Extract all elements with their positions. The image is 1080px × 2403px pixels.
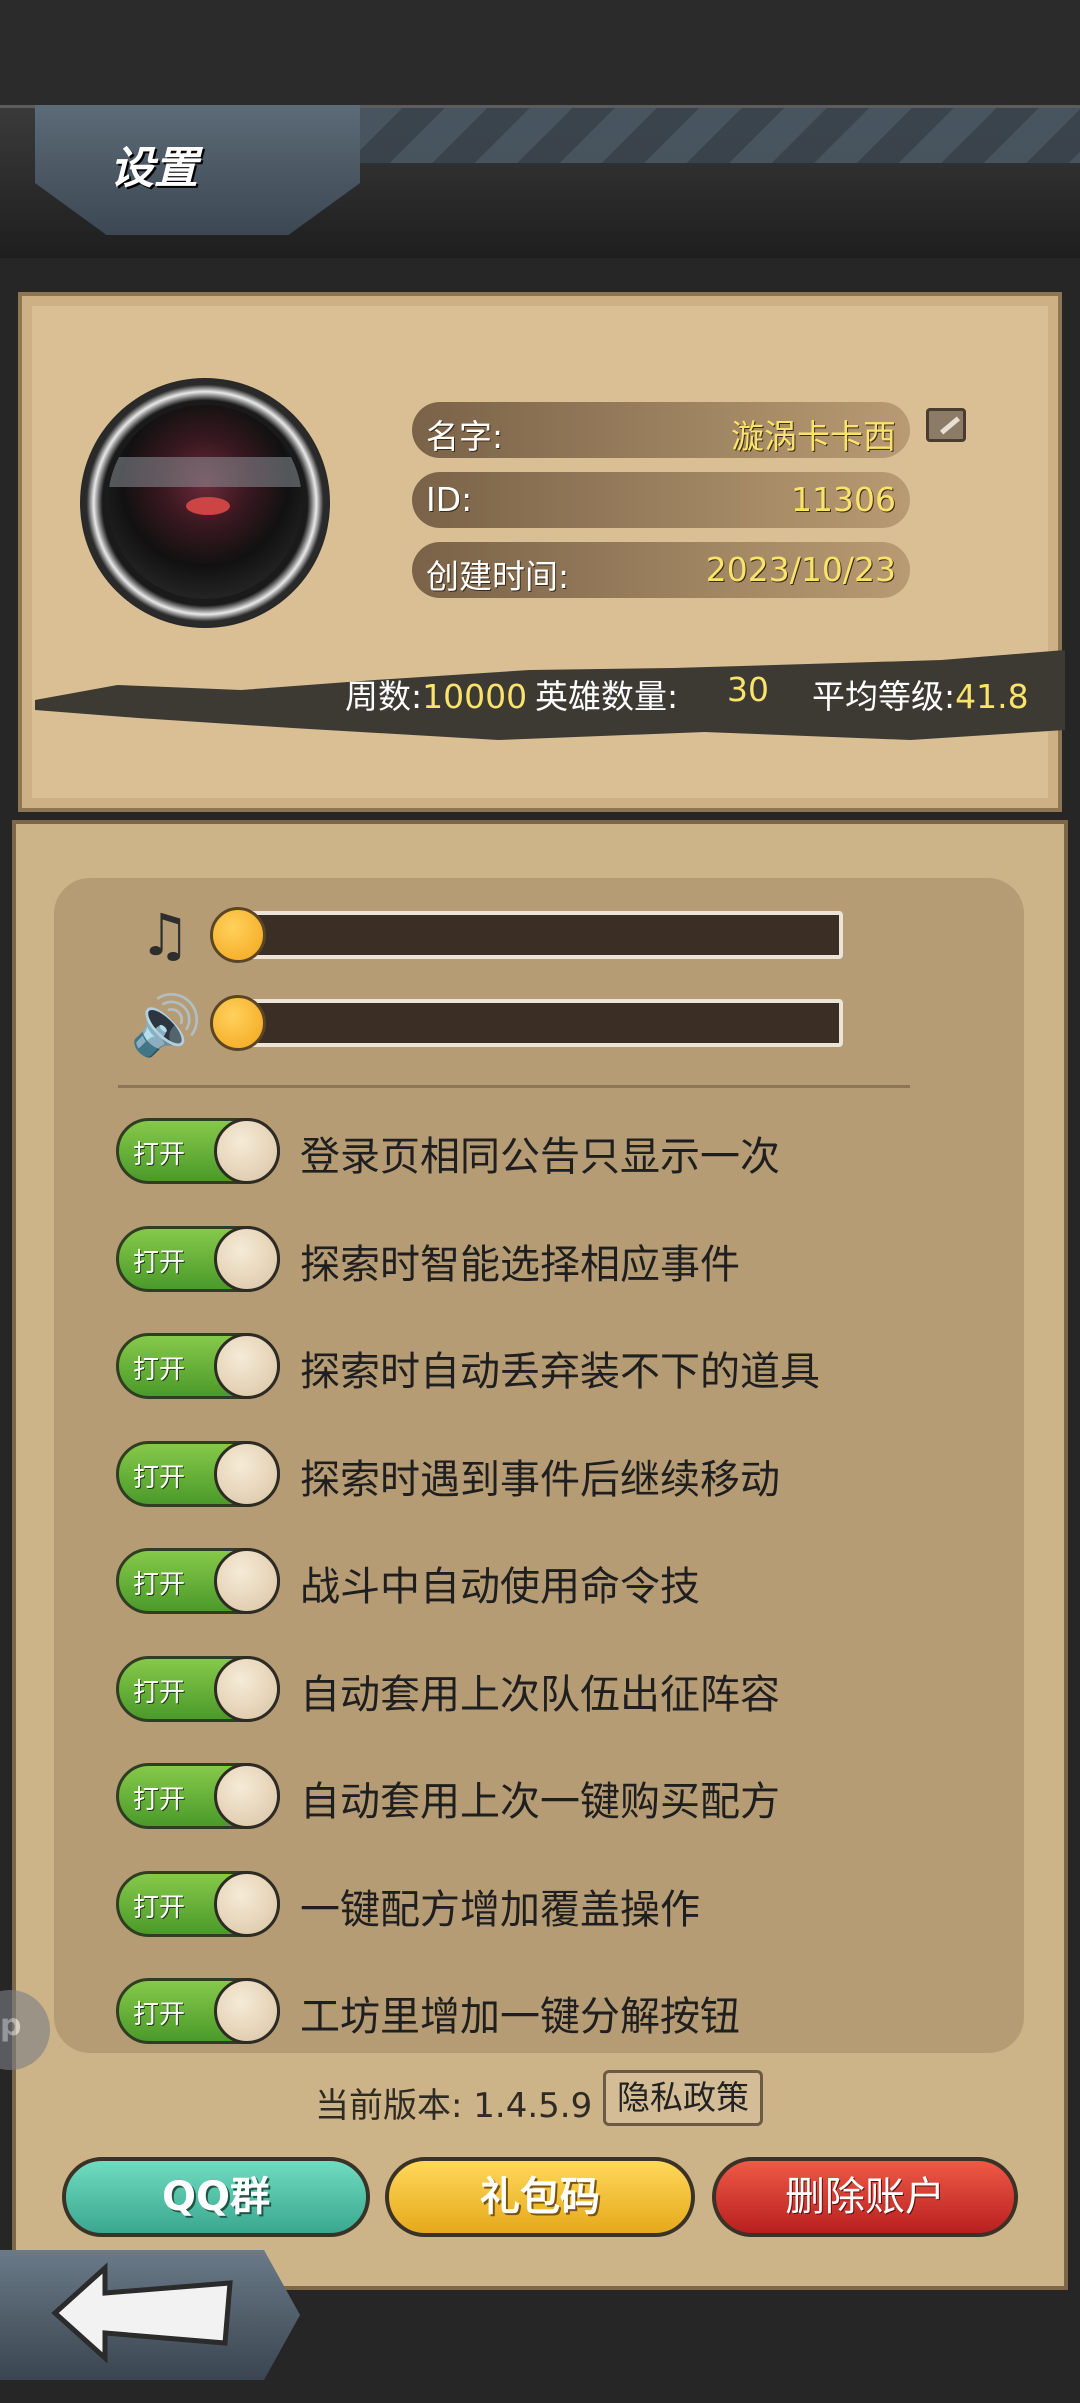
option-label: 登录页相同公告只显示一次	[300, 1134, 780, 1180]
avatar-eye	[186, 497, 230, 515]
sound-volume-knob[interactable]	[210, 995, 266, 1051]
music-volume-slider[interactable]	[238, 911, 843, 959]
toggle-thumb[interactable]	[214, 1225, 280, 1292]
avg-value: 41.8	[955, 677, 1029, 716]
status-bar-area	[0, 0, 1080, 105]
option-label: 探索时遇到事件后继续移动	[300, 1456, 780, 1503]
delete-account-button[interactable]: 删除账户	[712, 2157, 1018, 2237]
created-label: 创建时间:	[426, 557, 570, 596]
option-label: 探索时自动丢弃装不下的道具	[300, 1349, 820, 1395]
name-value: 漩涡卡卡西	[731, 417, 896, 456]
option-label: 战斗中自动使用命令技	[300, 1564, 700, 1610]
music-note-icon: ♫	[139, 901, 191, 969]
toggle-thumb[interactable]	[214, 1978, 280, 2044]
weeks-label: 周数:	[345, 677, 423, 716]
option-toggle[interactable]: 打开	[116, 1118, 280, 1184]
option-label: 自动套用上次队伍出征阵容	[300, 1671, 780, 1718]
avatar[interactable]	[108, 405, 302, 599]
toggle-thumb[interactable]	[214, 1440, 280, 1507]
option-toggle[interactable]: 打开	[116, 1225, 280, 1292]
option-toggle[interactable]: 打开	[116, 1763, 280, 1829]
name-row: 名字: 漩涡卡卡西	[412, 402, 910, 458]
floating-assist-label: p	[0, 2008, 22, 2043]
toggle-thumb[interactable]	[214, 1655, 280, 1722]
stat-avg-level: 平均等级:41.8	[812, 670, 1029, 718]
edit-name-icon[interactable]	[926, 408, 966, 442]
option-toggle[interactable]: 打开	[116, 1978, 280, 2044]
option-toggle[interactable]: 打开	[116, 1440, 280, 1507]
title-bar-pattern	[360, 108, 1080, 163]
toggle-on-label: 打开	[133, 1570, 186, 1600]
id-label: ID:	[426, 480, 473, 519]
page-title: 设置	[110, 143, 198, 194]
toggle-on-label: 打开	[133, 1247, 186, 1278]
option-label: 探索时智能选择相应事件	[300, 1241, 740, 1288]
toggle-thumb[interactable]	[214, 1548, 280, 1614]
version-text: 当前版本: 1.4.5.9	[315, 2086, 593, 2126]
toggle-on-label: 打开	[133, 1355, 186, 1385]
stat-heroes: 英雄数量:	[535, 670, 678, 718]
toggle-thumb[interactable]	[214, 1118, 280, 1184]
toggle-on-label: 打开	[133, 1677, 186, 1708]
created-row: 创建时间: 2023/10/23	[412, 542, 910, 598]
qq-group-button[interactable]: QQ群	[62, 2157, 370, 2237]
sound-volume-slider[interactable]	[238, 999, 843, 1047]
toggle-on-label: 打开	[133, 1785, 186, 1815]
toggle-thumb[interactable]	[214, 1333, 280, 1399]
id-row: ID: 11306	[412, 472, 910, 528]
toggle-thumb[interactable]	[214, 1870, 280, 1937]
privacy-policy-button[interactable]: 隐私政策	[603, 2070, 763, 2126]
gift-code-button[interactable]: 礼包码	[385, 2157, 695, 2237]
stat-weeks: 周数:10000	[345, 670, 527, 718]
stat-heroes-value: 30	[727, 670, 769, 709]
divider	[118, 1085, 910, 1088]
toggle-on-label: 打开	[133, 1462, 186, 1493]
speaker-icon: 🔊	[130, 991, 203, 1059]
music-volume-knob[interactable]	[210, 907, 266, 963]
option-toggle[interactable]: 打开	[116, 1333, 280, 1399]
option-label: 工坊里增加一键分解按钮	[300, 1994, 740, 2040]
option-toggle[interactable]: 打开	[116, 1548, 280, 1614]
option-toggle[interactable]: 打开	[116, 1655, 280, 1722]
heroes-label: 英雄数量:	[535, 677, 679, 716]
heroes-value: 30	[727, 670, 769, 709]
id-value: 11306	[791, 480, 896, 519]
toggle-on-label: 打开	[133, 1892, 186, 1923]
toggle-on-label: 打开	[133, 2000, 186, 2030]
option-label: 一键配方增加覆盖操作	[300, 1886, 700, 1933]
created-value: 2023/10/23	[705, 550, 896, 589]
toggle-thumb[interactable]	[214, 1763, 280, 1829]
avg-label: 平均等级:	[812, 677, 956, 716]
option-label: 自动套用上次一键购买配方	[300, 1779, 780, 1825]
weeks-value: 10000	[422, 677, 528, 716]
option-toggle[interactable]: 打开	[116, 1870, 280, 1937]
toggle-on-label: 打开	[133, 1140, 186, 1170]
back-arrow-icon[interactable]	[45, 2258, 245, 2368]
avatar-headband	[108, 457, 302, 487]
name-label: 名字:	[426, 417, 504, 456]
